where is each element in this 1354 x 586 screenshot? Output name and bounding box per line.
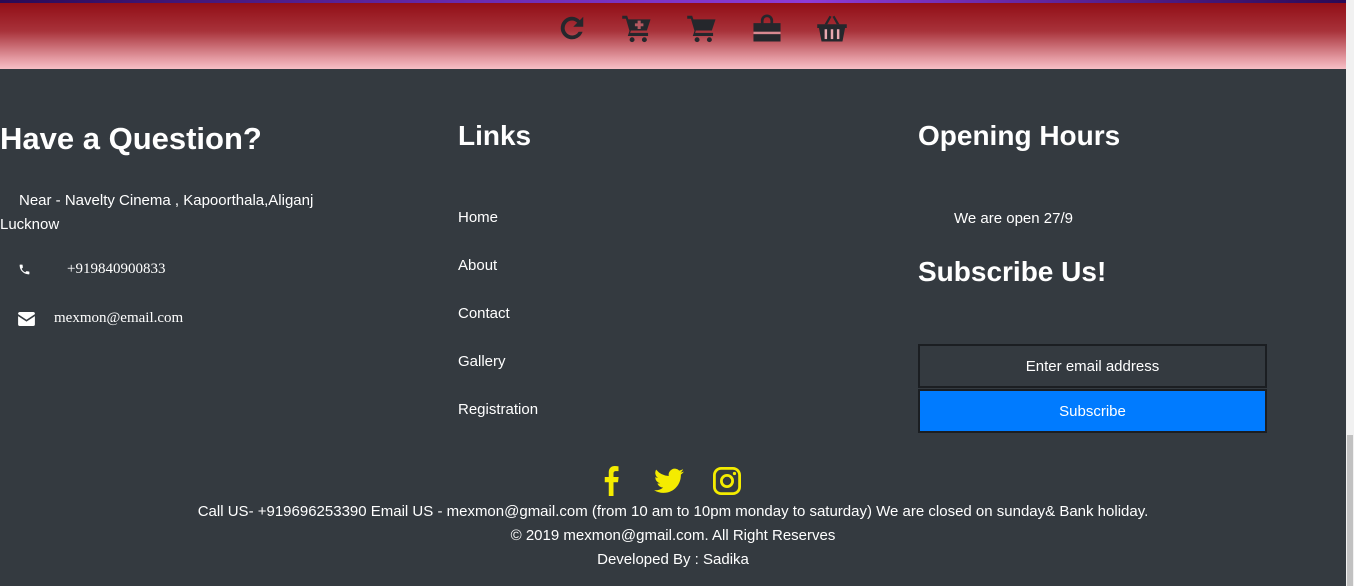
footer-text: Call US- +919696253390 Email US - mexmon… (0, 500, 1346, 572)
subscribe-title: Subscribe Us! (918, 256, 1107, 287)
address-line-2: Lucknow (0, 216, 60, 233)
envelope-icon (18, 311, 35, 326)
twitter-icon[interactable] (654, 465, 684, 497)
instagram-icon[interactable] (712, 465, 742, 497)
cart-icon[interactable] (686, 10, 718, 46)
footer-developer: Developed By : Sadika (597, 551, 749, 568)
link-about[interactable]: About (458, 257, 497, 274)
header-icons (556, 10, 881, 46)
basket-icon[interactable] (816, 10, 848, 46)
footer-contact-line: Call US- +919696253390 Email US - mexmon… (197, 503, 1149, 520)
opening-hours-text: We are open 27/9 (954, 210, 1073, 227)
address: Near - Navelty Cinema , Kapoorthala,Alig… (0, 189, 360, 237)
address-line-1: Near - Navelty Cinema , Kapoorthala,Alig… (19, 192, 314, 209)
links-list: Home About Contact Gallery Registration (458, 208, 538, 448)
subscribe-button[interactable]: Subscribe (918, 389, 1267, 433)
phone-row[interactable]: +919840900833 (18, 261, 165, 278)
page-scrollbar[interactable] (1346, 0, 1354, 586)
social-links (596, 465, 770, 497)
shopping-bag-icon[interactable] (751, 10, 783, 46)
question-title: Have a Question? (0, 121, 262, 156)
list-item: About (458, 256, 538, 304)
phone-number: +919840900833 (67, 261, 166, 277)
list-item: Gallery (458, 352, 538, 400)
email-address: mexmon@email.com (54, 310, 184, 326)
opening-hours-title: Opening Hours (918, 120, 1121, 151)
list-item: Registration (458, 400, 538, 448)
link-registration[interactable]: Registration (458, 401, 538, 418)
cart-add-icon[interactable] (621, 10, 653, 46)
link-contact[interactable]: Contact (458, 305, 510, 322)
header-accent-line (0, 0, 1346, 3)
footer-copyright: © 2019 mexmon@gmail.com. All Right Reser… (510, 527, 836, 544)
header-band (0, 0, 1346, 69)
links-title: Links (458, 120, 532, 151)
phone-icon (18, 263, 32, 276)
email-row[interactable]: mexmon@email.com (18, 310, 183, 327)
link-home[interactable]: Home (458, 209, 498, 226)
scrollbar-thumb[interactable] (1347, 435, 1353, 586)
list-item: Home (458, 208, 538, 256)
facebook-icon[interactable] (596, 465, 626, 497)
list-item: Contact (458, 304, 538, 352)
link-gallery[interactable]: Gallery (458, 353, 506, 370)
refresh-icon[interactable] (556, 10, 588, 46)
subscribe-email-input[interactable] (918, 344, 1267, 388)
